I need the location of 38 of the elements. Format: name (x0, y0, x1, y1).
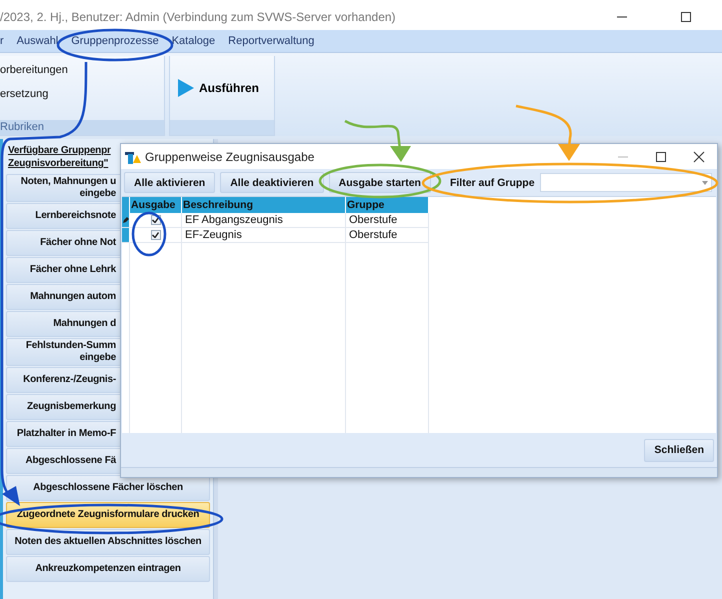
sidebar-button[interactable]: Noten des aktuellen Abschnittes löschen (6, 529, 210, 555)
annotation-arrow (344, 120, 411, 162)
menu-item[interactable]: Kataloge (164, 35, 222, 47)
app-icon (125, 150, 141, 164)
toolbar-button[interactable]: Ausgabe starten (328, 172, 431, 193)
dialog-title: Gruppenweise Zeugnisausgabe (145, 150, 314, 164)
table-cell: EF Abgangszeugnis (182, 213, 346, 228)
table-cell: EF-Zeugnis (182, 228, 346, 243)
annotation-arrow (516, 104, 580, 161)
maximize-icon[interactable] (655, 150, 667, 162)
maximize-icon[interactable] (680, 11, 692, 23)
close-dialog-button[interactable]: Schließen (644, 438, 714, 462)
panel-heading: Verfügbare Gruppenpr Zeugnisvorbereitung" (7, 144, 112, 171)
pencil-icon (122, 217, 128, 223)
menu-item[interactable]: Reportverwaltung (221, 35, 320, 47)
toolbar-button[interactable]: Alle aktivieren (124, 172, 216, 193)
checkbox[interactable] (150, 230, 160, 240)
window-title: /2023, 2. Hj., Benutzer: Admin (Verbindung zum SVWS-Server vorhanden) (0, 10, 396, 24)
menu-item[interactable]: r (0, 35, 10, 47)
filter-label: Filter auf Gruppe (450, 176, 535, 188)
toolbar-button[interactable]: Alle deaktivieren (220, 172, 324, 193)
close-icon[interactable] (693, 150, 705, 162)
sidebar-button[interactable]: Abgeschlossene Fächer löschen (6, 475, 210, 501)
sidebar-button[interactable]: Ankreuzkompetenzen eintragen (6, 556, 210, 582)
run-button[interactable]: Ausführen (174, 77, 263, 99)
ribbon-item[interactable]: ersetzung (0, 88, 48, 100)
column-header: Beschreibung (182, 197, 346, 213)
caret-icon (702, 180, 708, 184)
table-cell: Oberstufe (346, 228, 429, 243)
annotation-ellipse (132, 212, 166, 256)
menu-item[interactable]: Auswahl (10, 35, 64, 47)
column-header: Gruppe (346, 197, 429, 213)
table-cell: Oberstufe (346, 213, 429, 228)
ribbon-item[interactable]: orbereitungen (0, 64, 68, 76)
group-label: Rubriken (0, 120, 164, 135)
play-icon (178, 79, 194, 97)
column-header: Ausgabe (130, 197, 182, 213)
menu-item[interactable]: Gruppenprozesse (64, 35, 165, 47)
